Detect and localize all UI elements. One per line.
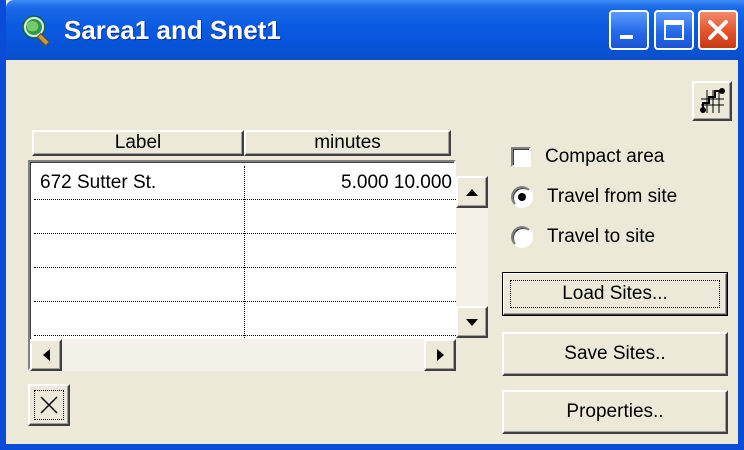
focus-rectangle — [510, 280, 720, 308]
load-sites-button[interactable]: Load Sites... — [502, 272, 728, 316]
compact-area-label: Compact area — [545, 146, 665, 167]
table-row[interactable] — [34, 268, 474, 302]
column-header-label[interactable]: Label — [32, 130, 244, 156]
radio-selected-dot — [518, 193, 526, 201]
save-sites-button[interactable]: Save Sites.. — [502, 332, 728, 376]
scroll-left-button[interactable] — [30, 339, 62, 371]
maximize-icon — [664, 20, 684, 40]
clear-x-icon — [40, 396, 58, 414]
maximize-button[interactable] — [654, 10, 694, 50]
travel-from-site-option[interactable]: Travel from site — [511, 182, 677, 212]
column-header-minutes[interactable]: minutes — [244, 130, 451, 156]
arrow-down-icon — [466, 319, 478, 326]
properties-label: Properties.. — [566, 401, 664, 422]
table-row[interactable] — [34, 234, 474, 268]
close-icon — [708, 20, 728, 40]
minimize-button[interactable] — [609, 10, 649, 50]
table-cells: 672 Sutter St. 5.000 10.000 — [34, 166, 478, 338]
globe-magnifier-icon — [22, 15, 51, 47]
arrow-up-icon — [466, 189, 478, 196]
cell-label[interactable] — [40, 268, 240, 301]
save-sites-label: Save Sites.. — [564, 343, 666, 364]
travel-from-site-label: Travel from site — [547, 186, 678, 207]
table-row[interactable] — [34, 200, 474, 234]
arrow-left-icon — [43, 349, 50, 361]
title-bar[interactable]: Sarea1 and Snet1 — [6, 0, 744, 60]
travel-to-site-radio[interactable] — [511, 226, 533, 248]
table-row[interactable] — [34, 302, 474, 336]
vertical-scrollbar[interactable] — [456, 176, 488, 338]
close-button[interactable] — [698, 10, 738, 50]
travel-from-site-radio[interactable] — [511, 186, 533, 208]
cell-label[interactable] — [40, 302, 240, 335]
travel-to-site-label: Travel to site — [547, 226, 656, 247]
compact-area-option[interactable]: Compact area — [511, 142, 664, 172]
compact-area-checkbox[interactable] — [511, 147, 531, 167]
cell-minutes[interactable] — [246, 302, 452, 335]
network-grid-icon — [700, 88, 725, 113]
window-title: Sarea1 and Snet1 — [64, 15, 281, 45]
cell-label[interactable]: 672 Sutter St. — [40, 166, 240, 199]
arrow-right-icon — [437, 349, 444, 361]
table-row[interactable]: 672 Sutter St. 5.000 10.000 — [34, 166, 474, 200]
cell-minutes[interactable] — [246, 200, 452, 233]
properties-button[interactable]: Properties.. — [502, 390, 728, 434]
cell-label[interactable] — [40, 200, 240, 233]
minimize-icon — [620, 35, 633, 39]
cell-label[interactable] — [40, 234, 240, 267]
network-button[interactable] — [692, 81, 732, 121]
scroll-right-button[interactable] — [424, 339, 456, 371]
dialog-window: Sarea1 and Snet1 Label minutes 672 Sutte… — [0, 0, 744, 450]
cell-minutes[interactable] — [246, 234, 452, 267]
cell-minutes[interactable]: 5.000 10.000 — [246, 166, 452, 199]
column-divider — [244, 166, 245, 338]
cell-minutes[interactable] — [246, 268, 452, 301]
scroll-up-button[interactable] — [456, 176, 488, 208]
clear-button[interactable] — [28, 384, 70, 426]
horizontal-scrollbar[interactable] — [30, 339, 456, 371]
travel-to-site-option[interactable]: Travel to site — [511, 222, 655, 252]
scroll-down-button[interactable] — [456, 306, 488, 338]
